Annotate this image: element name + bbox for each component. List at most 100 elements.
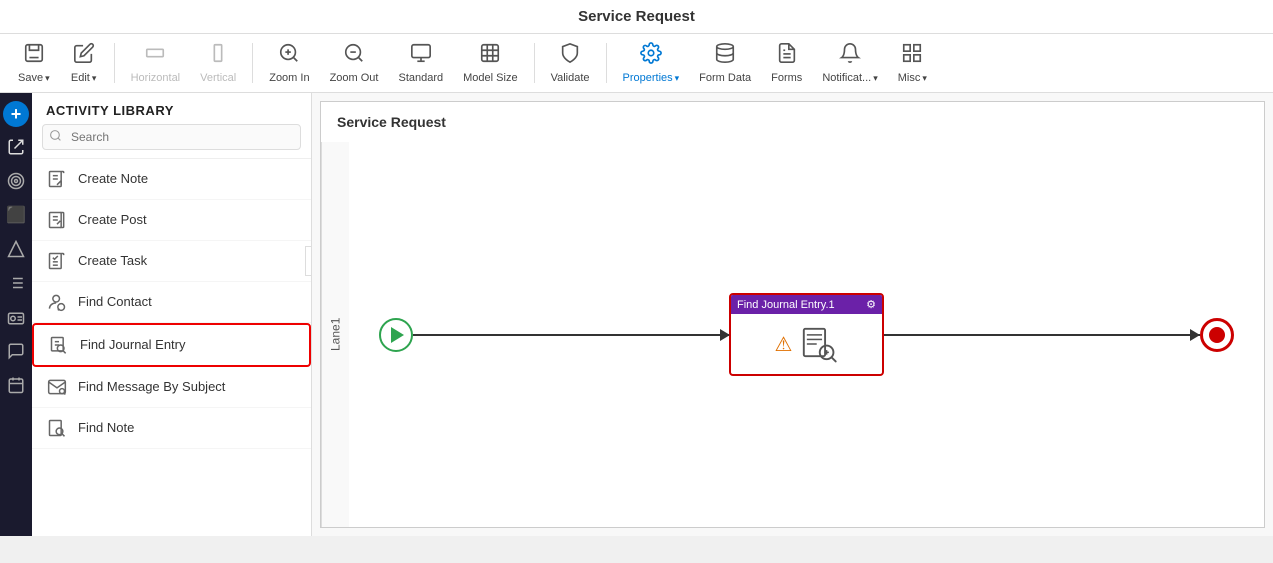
find-contact-icon — [46, 291, 68, 313]
create-note-label: Create Note — [78, 171, 148, 188]
rail-drive[interactable] — [2, 235, 30, 263]
end-node[interactable] — [1200, 318, 1234, 352]
model-size-label: Model Size — [463, 72, 517, 84]
activity-node-title: Find Journal Entry.1 — [737, 299, 835, 311]
toolbar-horizontal[interactable]: Horizontal — [123, 38, 189, 88]
properties-icon — [640, 42, 662, 70]
sidebar: Activity Library Create Note — [32, 93, 312, 536]
flow-arrow-2 — [884, 334, 1200, 336]
forms-label: Forms — [771, 72, 802, 84]
standard-label: Standard — [398, 72, 443, 84]
sidebar-items: Create Note Create Post — [32, 159, 311, 536]
toolbar-sep-4 — [606, 43, 607, 83]
edit-icon — [73, 42, 95, 70]
misc-chevron: ▾ — [922, 73, 927, 84]
sidebar-item-create-post[interactable]: Create Post — [32, 200, 311, 241]
lane: Lane1 Find Journal Entry.1 ⚙ — [321, 142, 1264, 527]
sidebar-item-create-note[interactable]: Create Note — [32, 159, 311, 200]
settings-icon[interactable]: ⚙ — [866, 298, 876, 311]
create-post-label: Create Post — [78, 212, 147, 229]
model-size-icon — [479, 42, 501, 70]
journal-search-icon — [800, 325, 838, 363]
zoom-in-icon — [278, 42, 300, 70]
toolbar-zoom-out[interactable]: Zoom Out — [322, 38, 387, 88]
misc-label: Misc — [898, 72, 921, 84]
canvas-label: Service Request — [337, 114, 446, 130]
validate-label: Validate — [551, 72, 590, 84]
warning-icon: ⚠ — [775, 332, 793, 357]
notifications-chevron: ▾ — [873, 73, 878, 84]
sidebar-search-icon — [49, 129, 62, 145]
find-journal-entry-label: Find Journal Entry — [80, 337, 186, 354]
find-note-icon — [46, 417, 68, 439]
notifications-icon — [839, 42, 861, 70]
horizontal-label: Horizontal — [131, 72, 181, 84]
toolbar-model-size[interactable]: Model Size — [455, 38, 525, 88]
lane-label: Lane1 — [321, 142, 349, 527]
save-icon — [23, 42, 45, 70]
flow-container: Find Journal Entry.1 ⚙ ⚠ — [349, 273, 1264, 396]
sidebar-item-find-journal-entry[interactable]: Find Journal Entry — [32, 323, 311, 367]
misc-icon — [901, 42, 923, 70]
find-contact-label: Find Contact — [78, 294, 152, 311]
activity-node-header: Find Journal Entry.1 ⚙ — [731, 295, 882, 314]
find-message-icon — [46, 376, 68, 398]
title-bar: Service Request — [0, 0, 1273, 34]
icon-rail: + ⬛ — [0, 93, 32, 536]
sidebar-header: Activity Library — [32, 93, 311, 124]
edit-label: Edit — [71, 72, 90, 84]
validate-icon — [559, 42, 581, 70]
flow-arrow-1 — [413, 334, 729, 336]
horizontal-icon — [144, 42, 166, 70]
sidebar-collapse-button[interactable]: ‹ — [305, 246, 311, 276]
vertical-icon — [207, 42, 229, 70]
toolbar-sep-2 — [252, 43, 253, 83]
find-journal-entry-icon — [48, 334, 70, 356]
save-label: Save — [18, 72, 43, 84]
rail-add[interactable]: + — [3, 101, 29, 127]
notifications-label: Notificat... — [822, 72, 871, 84]
sidebar-item-create-task[interactable]: Create Task ‹ — [32, 241, 311, 282]
search-input[interactable] — [42, 124, 301, 150]
rail-target[interactable] — [2, 167, 30, 195]
save-chevron: ▾ — [45, 73, 50, 84]
rail-office[interactable]: ⬛ — [2, 201, 30, 229]
toolbar-edit[interactable]: Edit ▾ — [62, 38, 106, 88]
rail-calendar[interactable] — [2, 371, 30, 399]
toolbar-validate[interactable]: Validate — [543, 38, 598, 88]
rail-exchange[interactable] — [2, 133, 30, 161]
toolbar-save[interactable]: Save ▾ — [10, 38, 58, 88]
toolbar-standard[interactable]: Standard — [390, 38, 451, 88]
toolbar-forms[interactable]: Forms — [763, 38, 810, 88]
properties-label: Properties — [623, 72, 673, 84]
toolbar-form-data[interactable]: Form Data — [691, 38, 759, 88]
standard-icon — [410, 42, 432, 70]
sidebar-item-find-contact[interactable]: Find Contact — [32, 282, 311, 323]
activity-node[interactable]: Find Journal Entry.1 ⚙ ⚠ — [729, 293, 884, 376]
page-title: Service Request — [578, 8, 695, 25]
rail-list[interactable] — [2, 269, 30, 297]
find-message-label: Find Message By Subject — [78, 379, 225, 396]
toolbar-sep-1 — [114, 43, 115, 83]
sidebar-search-container — [42, 124, 301, 150]
toolbar-properties[interactable]: Properties ▾ — [615, 38, 688, 88]
toolbar-zoom-in[interactable]: Zoom In — [261, 38, 317, 88]
start-node[interactable] — [379, 318, 413, 352]
canvas-area: Service Request Lane1 Find Journal Entr — [312, 93, 1273, 536]
toolbar-vertical[interactable]: Vertical — [192, 38, 244, 88]
create-task-label: Create Task — [78, 253, 147, 270]
zoom-out-icon — [343, 42, 365, 70]
zoom-out-label: Zoom Out — [330, 72, 379, 84]
create-note-icon — [46, 168, 68, 190]
sidebar-item-find-note[interactable]: Find Note — [32, 408, 311, 449]
end-circle-inner — [1209, 327, 1225, 343]
toolbar-notifications[interactable]: Notificat... ▾ — [814, 38, 885, 88]
create-task-icon — [46, 250, 68, 272]
rail-chat[interactable] — [2, 337, 30, 365]
toolbar-misc[interactable]: Misc ▾ — [890, 38, 935, 88]
rail-id-card[interactable] — [2, 303, 30, 331]
canvas-inner: Service Request Lane1 Find Journal Entr — [320, 101, 1265, 528]
properties-chevron: ▾ — [675, 73, 680, 84]
vertical-label: Vertical — [200, 72, 236, 84]
sidebar-item-find-message[interactable]: Find Message By Subject — [32, 367, 311, 408]
